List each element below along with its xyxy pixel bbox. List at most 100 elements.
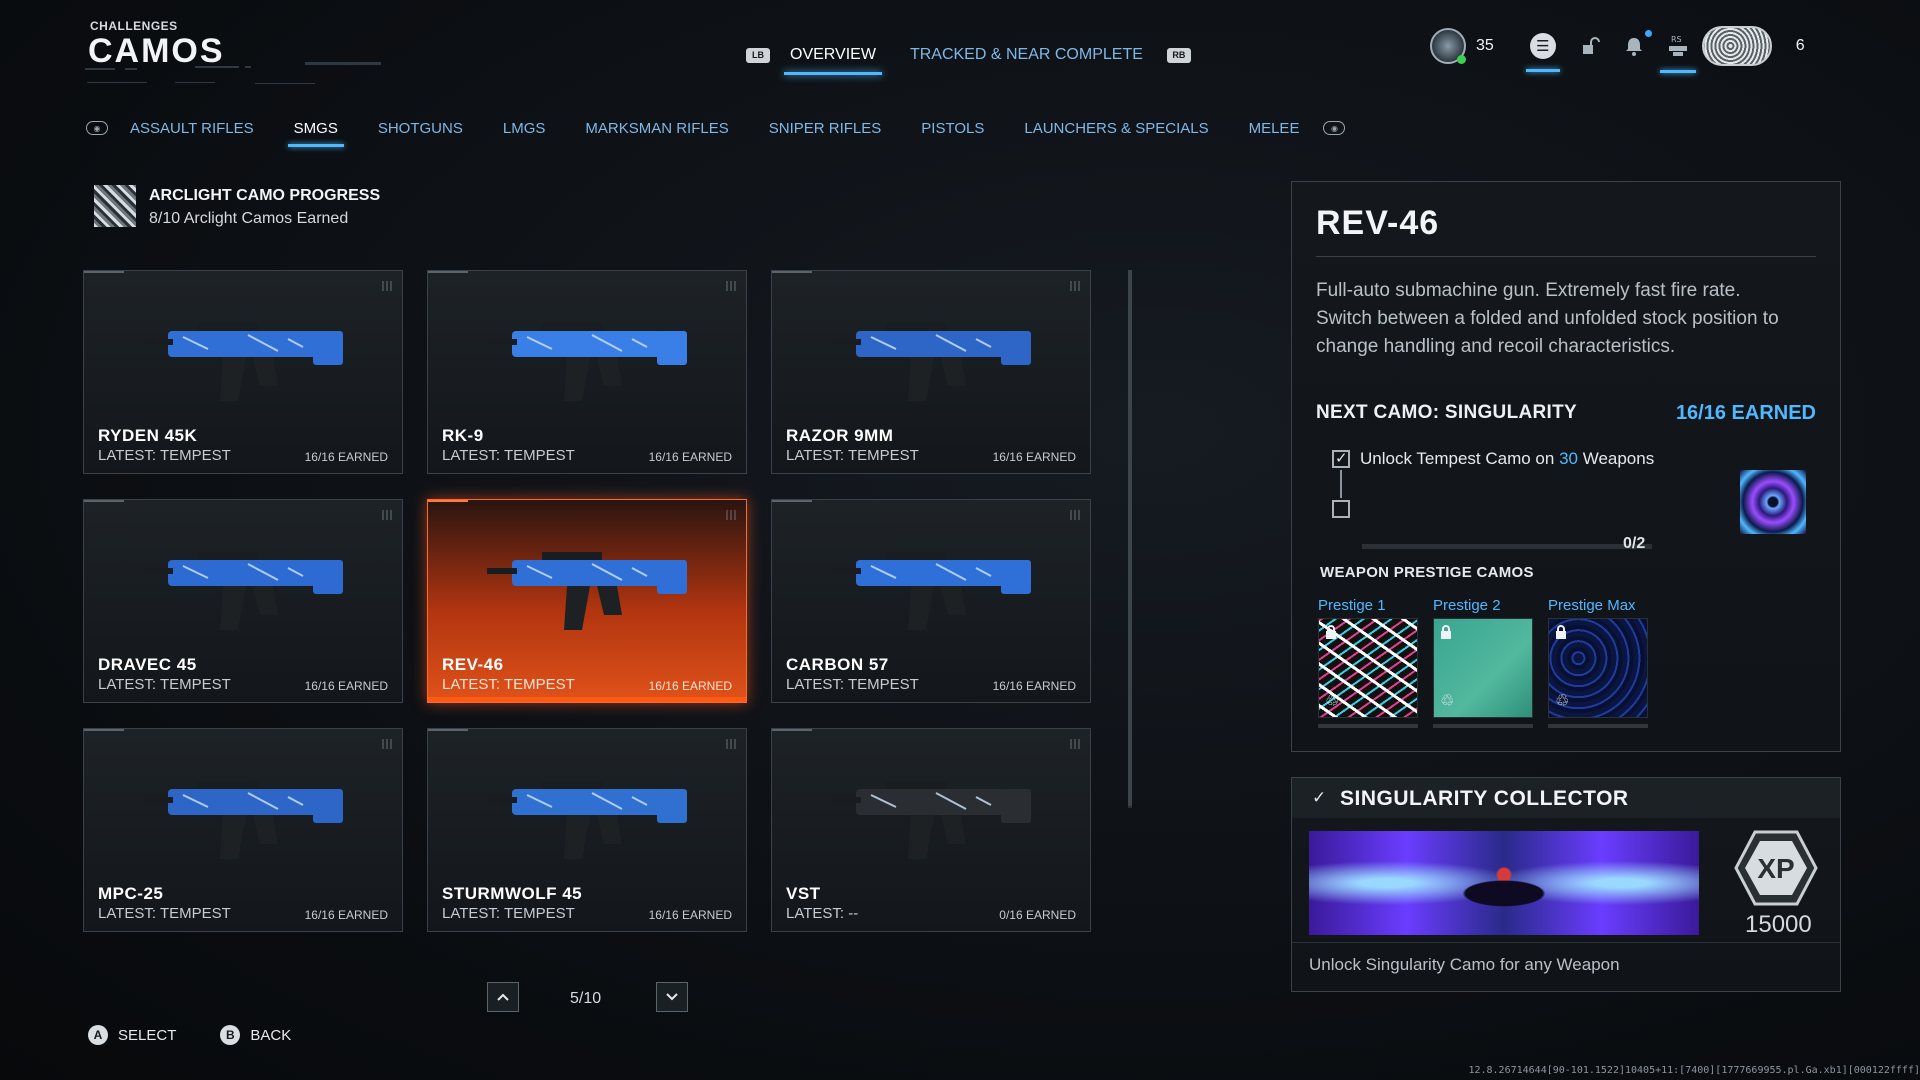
check-icon: ✓ [1312, 788, 1327, 807]
a-button-icon[interactable]: A [88, 1025, 108, 1045]
category-shotguns[interactable]: SHOTGUNS [378, 120, 463, 137]
progress-title: ARCLIGHT CAMO PROGRESS [149, 187, 381, 204]
top-tab-bar: LB OVERVIEW TRACKED & NEAR COMPLETE RB [746, 38, 1191, 75]
challenge-progress-text: 0/2 [1623, 535, 1646, 552]
weapon-latest-camo: LATEST: TEMPEST [98, 447, 231, 464]
lock-icon [1441, 625, 1451, 639]
ls-key-icon[interactable]: ◉ [86, 121, 108, 135]
category-launchers-specials[interactable]: LAUNCHERS & SPECIALS [1024, 120, 1208, 137]
card-corner-mark [726, 281, 736, 291]
prestige-label: Prestige 2 [1433, 597, 1501, 614]
tab-tracked-near-complete[interactable]: TRACKED & NEAR COMPLETE [910, 46, 1143, 64]
footer-prompts: A SELECT B BACK [88, 1025, 291, 1045]
menu-icon[interactable]: ☰ [1525, 33, 1560, 72]
weapon-name: RYDEN 45K [98, 426, 198, 445]
weapon-category-bar: ◉ ASSAULT RIFLES SMGS SHOTGUNS LMGS MARK… [86, 113, 1346, 147]
tab-overview[interactable]: OVERVIEW [784, 46, 882, 75]
category-marksman-rifles[interactable]: MARKSMAN RIFLES [585, 120, 728, 137]
category-lmgs[interactable]: LMGS [503, 120, 546, 137]
weapon-name: REV-46 [442, 655, 504, 674]
rs-key-icon[interactable]: ◉ [1323, 121, 1346, 135]
social-icon[interactable] [1576, 32, 1604, 60]
xp-label: XP [1757, 853, 1794, 884]
chevron-up-icon [497, 993, 509, 1001]
prestige-progress-bar [1318, 724, 1418, 728]
grid-scrollbar-thumb[interactable] [1128, 270, 1132, 806]
weapon-name: DRAVEC 45 [98, 655, 197, 674]
lb-key-icon[interactable]: LB [746, 47, 770, 63]
prestige-progress-bar [1548, 724, 1648, 728]
weapon-latest-camo: LATEST: TEMPEST [786, 676, 919, 693]
prestige-camo-image: ♲ [1548, 618, 1648, 718]
weapon-earned-count: 16/16 EARNED [648, 450, 732, 464]
challenge-text: Unlock Tempest Camo on 30 Weapons [1360, 449, 1655, 468]
detail-weapon-title: REV-46 [1316, 204, 1440, 242]
weapon-latest-camo: LATEST: TEMPEST [786, 447, 919, 464]
weapon-card[interactable]: STURMWOLF 45 LATEST: TEMPEST 16/16 EARNED [427, 728, 747, 932]
prestige-1-camo[interactable]: Prestige 1 ♲ [1318, 597, 1418, 728]
prestige-camo-image: ♲ [1318, 618, 1418, 718]
page-indicator: 5/10 [570, 990, 602, 1007]
player-emblem[interactable] [1701, 26, 1772, 66]
weapon-image [143, 781, 343, 859]
weapon-name: CARBON 57 [786, 655, 889, 674]
xp-value: 15000 [1745, 911, 1812, 938]
weapon-card[interactable]: REV-46 LATEST: TEMPEST 16/16 EARNED [427, 499, 747, 703]
weapon-card[interactable]: MPC-25 LATEST: TEMPEST 16/16 EARNED [83, 728, 403, 932]
weapon-earned-count: 16/16 EARNED [992, 450, 1076, 464]
rs-key-label: RS [1671, 35, 1682, 44]
singularity-collector-panel[interactable]: ✓ SINGULARITY COLLECTOR XP 15000 Unlock … [1291, 777, 1841, 992]
rank-icon[interactable] [1430, 28, 1466, 64]
weapon-latest-camo: LATEST: -- [786, 905, 859, 922]
status-bar: 35 ☰ RS 6 [1430, 26, 1805, 73]
card-corner-mark [726, 739, 736, 749]
singularity-camo-thumbnail [1740, 470, 1806, 534]
weapon-latest-camo: LATEST: TEMPEST [442, 676, 575, 693]
card-corner-mark [1070, 739, 1080, 749]
weapon-card[interactable]: DRAVEC 45 LATEST: TEMPEST 16/16 EARNED [83, 499, 403, 703]
weapon-card[interactable]: RK-9 LATEST: TEMPEST 16/16 EARNED [427, 270, 747, 474]
party-count: 6 [1795, 37, 1805, 54]
category-melee[interactable]: MELEE [1249, 120, 1300, 137]
weapon-earned-count: 16/16 EARNED [648, 679, 732, 693]
weapon-detail-panel: REV-46 Full-auto submachine gun. Extreme… [1291, 181, 1841, 752]
next-camo-earned: 16/16 EARNED [1675, 402, 1816, 424]
weapon-image [831, 323, 1031, 401]
b-button-icon[interactable]: B [220, 1025, 241, 1045]
category-assault-rifles[interactable]: ASSAULT RIFLES [130, 120, 254, 137]
collector-description: Unlock Singularity Camo for any Weapon [1309, 955, 1620, 974]
weapon-card[interactable]: RYDEN 45K LATEST: TEMPEST 16/16 EARNED [83, 270, 403, 474]
rb-key-icon[interactable]: RB [1166, 47, 1191, 63]
prestige-2-camo[interactable]: Prestige 2 ♲ [1433, 597, 1533, 728]
challenge-progress-bar [1362, 544, 1652, 549]
back-prompt[interactable]: BACK [250, 1027, 291, 1044]
category-pistols[interactable]: PISTOLS [921, 120, 984, 137]
weapon-latest-camo: LATEST: TEMPEST [98, 676, 231, 693]
collector-title: SINGULARITY COLLECTOR [1340, 787, 1629, 810]
weapon-card[interactable]: RAZOR 9MM LATEST: TEMPEST 16/16 EARNED [771, 270, 1091, 474]
prestige-icon: ♲ [1325, 693, 1340, 710]
notification-dot [1644, 30, 1652, 37]
card-corner-mark [1070, 281, 1080, 291]
select-prompt[interactable]: SELECT [118, 1027, 176, 1044]
page-down-button[interactable] [656, 982, 688, 1012]
player-level: 35 [1476, 37, 1494, 54]
card-corner-mark [726, 510, 736, 520]
weapon-earned-count: 16/16 EARNED [648, 908, 732, 922]
weapon-image [487, 323, 687, 401]
page-up-button[interactable] [487, 982, 519, 1012]
weapon-card[interactable]: VST LATEST: -- 0/16 EARNED [771, 728, 1091, 932]
category-sniper-rifles[interactable]: SNIPER RIFLES [769, 120, 882, 137]
category-smgs[interactable]: SMGS [287, 120, 345, 147]
bell-icon[interactable] [1620, 30, 1652, 60]
arclight-camo-icon [94, 185, 136, 227]
profile-icon[interactable]: RS [1659, 32, 1696, 73]
weapon-name: RK-9 [442, 426, 484, 445]
collector-reward-image [1309, 831, 1699, 935]
weapon-image [487, 781, 687, 859]
prestige-max-camo[interactable]: Prestige Max ♲ [1548, 597, 1648, 728]
card-corner-mark [382, 739, 392, 749]
weapon-card[interactable]: CARBON 57 LATEST: TEMPEST 16/16 EARNED [771, 499, 1091, 703]
weapon-latest-camo: LATEST: TEMPEST [442, 905, 575, 922]
prestige-camo-image: ♲ [1433, 618, 1533, 718]
